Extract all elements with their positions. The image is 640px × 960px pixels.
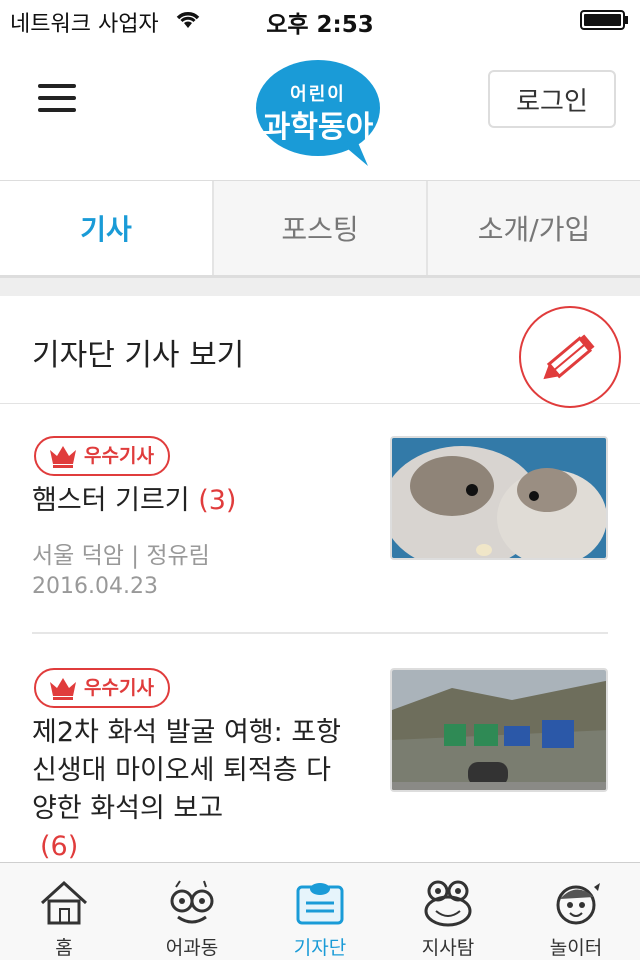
tab-posting[interactable]: 포스팅 — [212, 181, 426, 275]
divider-strip — [0, 278, 640, 296]
comment-count: (6) — [40, 831, 79, 862]
status-time: 오후 2:53 — [266, 12, 374, 38]
article-thumbnail[interactable] — [390, 436, 608, 560]
article-date: 2016.04.23 — [32, 574, 158, 599]
article-title: 햄스터 기르기 (3) — [32, 482, 352, 520]
battery-icon — [580, 10, 628, 30]
best-article-badge: 우수기사 — [34, 436, 170, 476]
article-title-text: 제2차 화석 발굴 여행: 포항 신생대 마이오세 퇴적층 다양한 화석의 보고 — [32, 717, 342, 824]
comment-count: (3) — [198, 485, 237, 516]
article-title-text: 햄스터 기르기 — [32, 485, 190, 516]
nav-playground[interactable]: 놀이터 — [512, 863, 640, 960]
home-icon — [40, 880, 88, 925]
article-item[interactable]: 우수기사 햄스터 기르기 (3) 서울 덕암 | 정유림 2016.04.23 — [32, 404, 608, 634]
section-header: 기자단 기사 보기 — [0, 296, 640, 408]
nav-home[interactable]: 홈 — [0, 863, 128, 960]
status-bar: 네트워크 사업자 오후 2:53 — [0, 0, 640, 40]
crown-icon — [50, 446, 76, 468]
hamster-photo — [392, 438, 606, 558]
crown-icon — [50, 678, 76, 700]
nav-jisatam[interactable]: 지사탐 — [384, 863, 512, 960]
tab-articles[interactable]: 기사 — [0, 181, 212, 275]
write-button[interactable] — [519, 306, 621, 408]
nav-eogwadong[interactable]: 어과동 — [128, 863, 256, 960]
best-article-badge: 우수기사 — [34, 668, 170, 708]
badge-label: 우수기사 — [84, 677, 154, 699]
reporter-card-icon — [296, 883, 344, 925]
tab-bar: 기사 포스팅 소개/가입 — [0, 180, 640, 278]
article-author: 서울 덕암 | 정유림 — [32, 543, 210, 569]
nav-label: 기자단 — [293, 937, 347, 959]
login-button[interactable]: 로그인 — [488, 70, 616, 128]
article-title: 제2차 화석 발굴 여행: 포항 신생대 마이오세 퇴적층 다양한 화석의 보고… — [32, 714, 352, 866]
badge-label: 우수기사 — [84, 445, 154, 467]
girl-character-icon — [556, 883, 600, 925]
nav-label: 지사탐 — [421, 937, 475, 959]
article-thumbnail[interactable] — [390, 668, 608, 792]
logo-title: 과학동아 — [262, 110, 374, 145]
glasses-character-icon — [170, 880, 214, 924]
section-title: 기자단 기사 보기 — [32, 338, 245, 373]
tunnel-photo — [392, 670, 606, 790]
nav-label: 어과동 — [165, 937, 219, 959]
tab-intro-join[interactable]: 소개/가입 — [426, 181, 640, 275]
bottom-nav: 홈 어과동 기자단 지사탐 놀이터 — [0, 862, 640, 960]
nav-reporter[interactable]: 기자단 — [256, 863, 384, 960]
app-header: 어린이 과학동아 로그인 — [0, 40, 640, 180]
nav-label: 홈 — [55, 937, 73, 959]
hamburger-menu-icon[interactable] — [38, 84, 76, 116]
nav-label: 놀이터 — [549, 937, 603, 959]
pencil-icon — [543, 334, 595, 380]
logo[interactable]: 어린이 과학동아 — [256, 58, 386, 168]
article-item[interactable]: 우수기사 제2차 화석 발굴 여행: 포항 신생대 마이오세 퇴적층 다양한 화… — [32, 636, 608, 862]
frog-icon — [424, 880, 472, 927]
